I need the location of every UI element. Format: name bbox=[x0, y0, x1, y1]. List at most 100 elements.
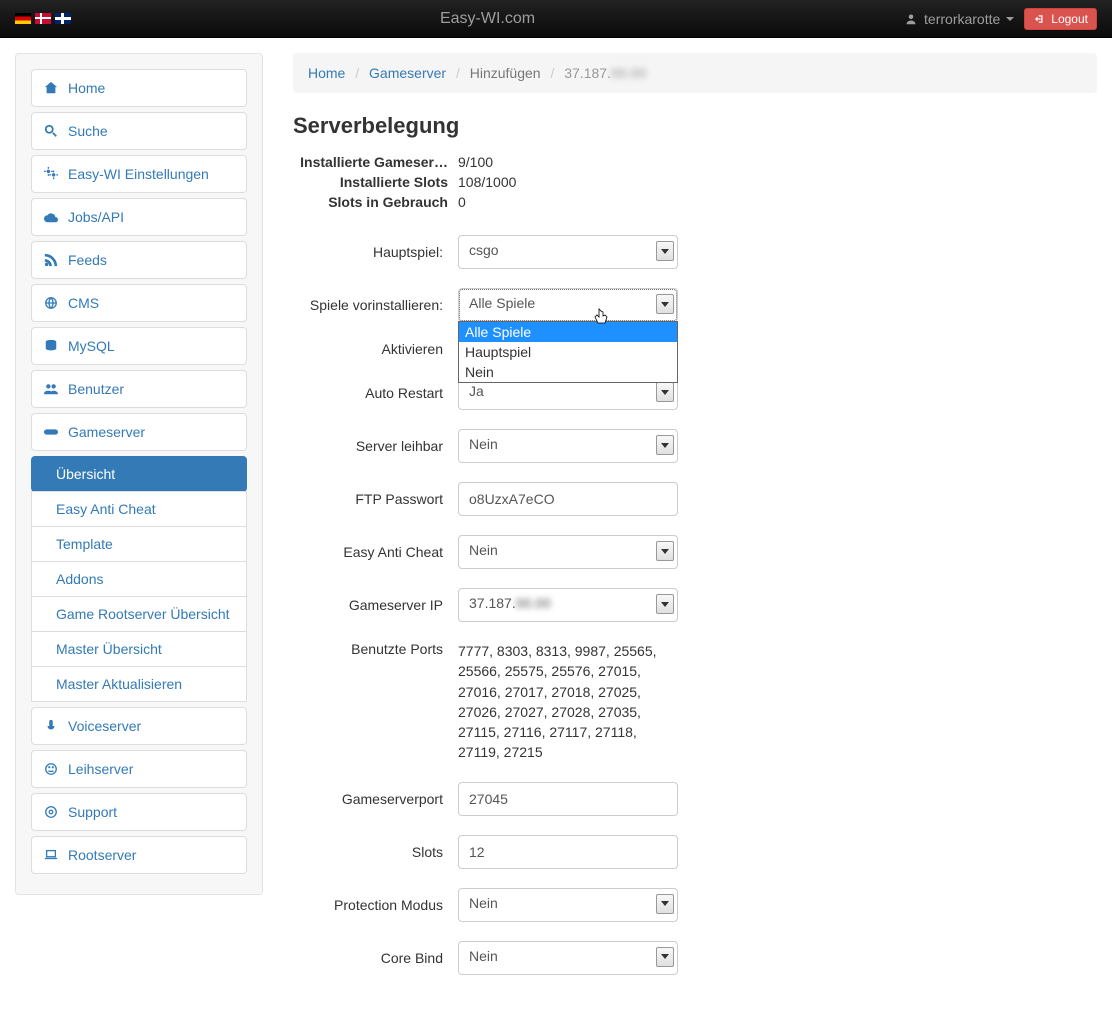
home-icon bbox=[44, 81, 58, 95]
ftp-input[interactable] bbox=[458, 482, 678, 516]
installed-slots-label: Installierte Slots bbox=[293, 174, 458, 190]
gamepad-icon bbox=[44, 425, 58, 439]
gameserver-submenu: Übersicht Easy Anti Cheat Template Addon… bbox=[31, 456, 247, 702]
user-name: terrorkarotte bbox=[924, 11, 1000, 27]
sidebar-label: Support bbox=[68, 804, 117, 820]
slots-use-label: Slots in Gebrauch bbox=[293, 194, 458, 210]
preinstall-label: Spiele vorinstallieren: bbox=[293, 297, 458, 313]
sidebar-label: Suche bbox=[68, 123, 108, 139]
installed-gs-value: 9/100 bbox=[458, 154, 493, 170]
dropdown-option[interactable]: Alle Spiele bbox=[459, 322, 677, 342]
flag-uk[interactable] bbox=[55, 13, 71, 24]
sidebar-label: Leihserver bbox=[68, 761, 133, 777]
laptop-icon bbox=[44, 848, 58, 862]
brand-title: Easy-WI.com bbox=[440, 10, 535, 28]
submenu-rootserver-overview[interactable]: Game Rootserver Übersicht bbox=[31, 596, 247, 632]
breadcrumb: Home / Gameserver / Hinzufügen / 37.187.… bbox=[293, 53, 1097, 93]
sidebar-item-jobs[interactable]: Jobs/API bbox=[31, 198, 247, 236]
cloud-icon bbox=[44, 210, 58, 224]
submenu-master-update[interactable]: Master Aktualisieren bbox=[31, 666, 247, 702]
sidebar-item-mysql[interactable]: MySQL bbox=[31, 327, 247, 365]
smile-icon bbox=[44, 762, 58, 776]
corebind-select[interactable]: Nein bbox=[458, 941, 678, 975]
users-icon bbox=[44, 382, 58, 396]
eac-label: Easy Anti Cheat bbox=[293, 544, 458, 560]
activate-label: Aktivieren bbox=[293, 341, 458, 357]
sidebar-item-users[interactable]: Benutzer bbox=[31, 370, 247, 408]
dropdown-option[interactable]: Hauptspiel bbox=[459, 342, 677, 362]
sidebar-item-settings[interactable]: Easy-WI Einstellungen bbox=[31, 155, 247, 193]
sidebar-item-feeds[interactable]: Feeds bbox=[31, 241, 247, 279]
caret-down-icon bbox=[1006, 17, 1014, 21]
page-title: Serverbelegung bbox=[293, 113, 1097, 139]
gsip-select[interactable]: 37.187.00.00 bbox=[458, 588, 678, 622]
gsport-label: Gameserverport bbox=[293, 791, 458, 807]
sidebar-label: Voiceserver bbox=[68, 718, 141, 734]
gsip-label: Gameserver IP bbox=[293, 597, 458, 613]
sidebar: Home Suche Easy-WI Einstellungen Jobs/AP… bbox=[15, 53, 263, 895]
breadcrumb-gameserver[interactable]: Gameserver bbox=[369, 65, 446, 81]
gsport-input[interactable] bbox=[458, 782, 678, 816]
sidebar-item-search[interactable]: Suche bbox=[31, 112, 247, 150]
sidebar-label: MySQL bbox=[68, 338, 115, 354]
rss-icon bbox=[44, 253, 58, 267]
top-navbar: Easy-WI.com terrorkarotte Logout bbox=[0, 0, 1112, 38]
sidebar-label: Gameserver bbox=[68, 424, 145, 440]
submenu-overview[interactable]: Übersicht bbox=[31, 456, 247, 492]
user-icon bbox=[904, 12, 918, 26]
ports-value: 7777, 8303, 8313, 9987, 25565, 25566, 25… bbox=[458, 641, 668, 763]
sidebar-label: Home bbox=[68, 80, 105, 96]
submenu-template[interactable]: Template bbox=[31, 526, 247, 562]
search-icon bbox=[44, 124, 58, 138]
sidebar-item-cms[interactable]: CMS bbox=[31, 284, 247, 322]
preinstall-dropdown: Alle Spiele Hauptspiel Nein bbox=[458, 321, 678, 383]
dropdown-option[interactable]: Nein bbox=[459, 362, 677, 382]
lend-select[interactable]: Nein bbox=[458, 429, 678, 463]
eac-select[interactable]: Nein bbox=[458, 535, 678, 569]
cogs-icon bbox=[44, 167, 58, 181]
ftp-label: FTP Passwort bbox=[293, 491, 458, 507]
globe-icon bbox=[44, 296, 58, 310]
main-content: Home / Gameserver / Hinzufügen / 37.187.… bbox=[293, 53, 1097, 994]
sidebar-label: Jobs/API bbox=[68, 209, 124, 225]
slots-input[interactable] bbox=[458, 835, 678, 869]
language-flags bbox=[15, 13, 71, 24]
slots-label: Slots bbox=[293, 844, 458, 860]
breadcrumb-add: Hinzufügen bbox=[470, 65, 541, 81]
sidebar-item-home[interactable]: Home bbox=[31, 69, 247, 107]
database-icon bbox=[44, 339, 58, 353]
sidebar-item-rootserver[interactable]: Rootserver bbox=[31, 836, 247, 874]
user-menu[interactable]: terrorkarotte bbox=[904, 11, 1014, 27]
breadcrumb-ip: 37.187.00.00 bbox=[564, 65, 646, 81]
sidebar-label: Benutzer bbox=[68, 381, 124, 397]
breadcrumb-home[interactable]: Home bbox=[308, 65, 345, 81]
lend-label: Server leihbar bbox=[293, 438, 458, 454]
lifering-icon bbox=[44, 805, 58, 819]
sidebar-item-leihserver[interactable]: Leihserver bbox=[31, 750, 247, 788]
signout-icon bbox=[1033, 12, 1047, 26]
sidebar-label: Rootserver bbox=[68, 847, 136, 863]
hauptspiel-select[interactable]: csgo bbox=[458, 235, 678, 269]
sidebar-item-voiceserver[interactable]: Voiceserver bbox=[31, 707, 247, 745]
submenu-eac[interactable]: Easy Anti Cheat bbox=[31, 491, 247, 527]
microphone-icon bbox=[44, 719, 58, 733]
sidebar-item-gameserver[interactable]: Gameserver bbox=[31, 413, 247, 451]
sidebar-label: CMS bbox=[68, 295, 99, 311]
logout-button[interactable]: Logout bbox=[1024, 8, 1097, 30]
hauptspiel-label: Hauptspiel: bbox=[293, 244, 458, 260]
installed-gs-label: Installierte Gameser… bbox=[293, 154, 458, 170]
submenu-addons[interactable]: Addons bbox=[31, 561, 247, 597]
sidebar-label: Easy-WI Einstellungen bbox=[68, 166, 209, 182]
sidebar-item-support[interactable]: Support bbox=[31, 793, 247, 831]
autorestart-label: Auto Restart bbox=[293, 385, 458, 401]
flag-dk[interactable] bbox=[35, 13, 51, 24]
submenu-master-overview[interactable]: Master Übersicht bbox=[31, 631, 247, 667]
corebind-label: Core Bind bbox=[293, 950, 458, 966]
protection-select[interactable]: Nein bbox=[458, 888, 678, 922]
slots-use-value: 0 bbox=[458, 194, 466, 210]
flag-de[interactable] bbox=[15, 13, 31, 24]
logout-label: Logout bbox=[1051, 12, 1088, 26]
preinstall-select[interactable]: Alle Spiele bbox=[458, 288, 678, 322]
installed-slots-value: 108/1000 bbox=[458, 174, 516, 190]
protection-label: Protection Modus bbox=[293, 897, 458, 913]
